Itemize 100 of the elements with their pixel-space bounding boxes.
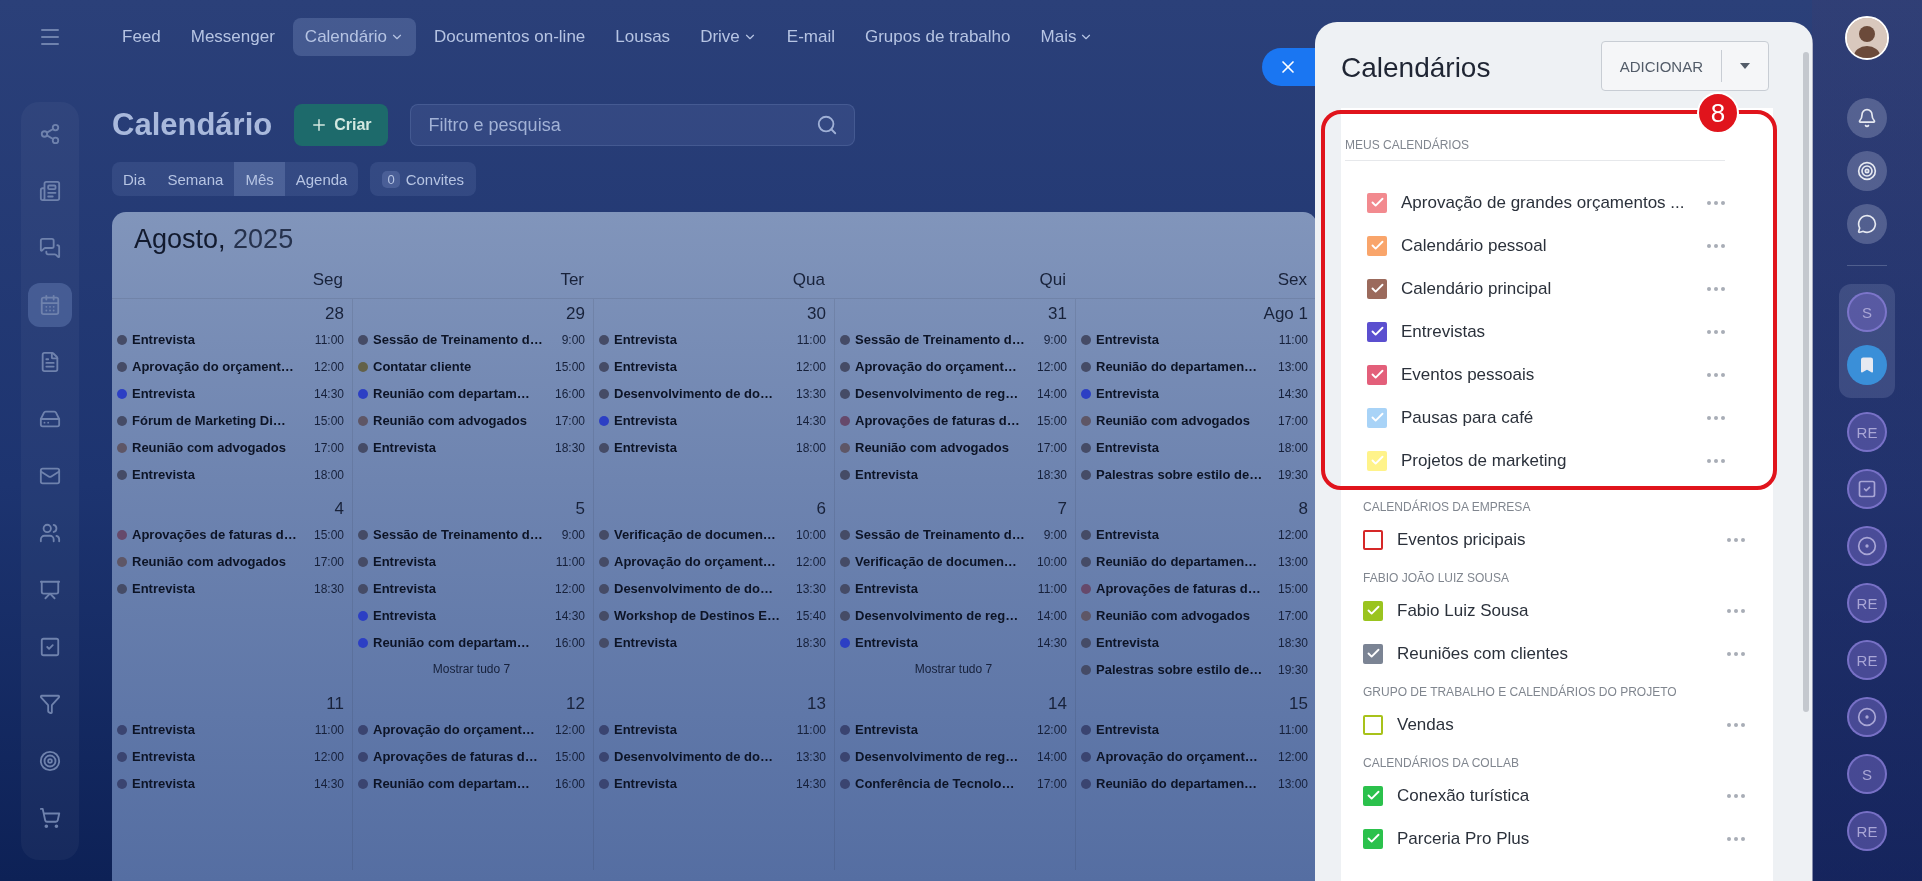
- calendar-event[interactable]: Sessão de Treinamento d… 9:00: [358, 326, 585, 353]
- calendar-event[interactable]: Verificação de documen… 10:00: [599, 521, 826, 548]
- calendar-event[interactable]: Sessão de Treinamento d… 9:00: [840, 521, 1067, 548]
- search-field[interactable]: Filtro e pesquisa: [409, 104, 855, 146]
- calendar-event[interactable]: Reunião com departam… 16:00: [358, 380, 585, 407]
- calendar-checkbox[interactable]: [1367, 407, 1387, 428]
- calendar-checkbox[interactable]: [1363, 828, 1383, 849]
- calendar-checkbox[interactable]: [1367, 321, 1387, 342]
- more-icon[interactable]: [1727, 537, 1745, 542]
- calendar-event[interactable]: Entrevista 11:00: [117, 326, 344, 353]
- more-icon[interactable]: [1727, 608, 1745, 613]
- calendar-checkbox[interactable]: [1367, 278, 1387, 299]
- view-tab[interactable]: Dia: [112, 162, 157, 196]
- calendar-checkbox[interactable]: [1367, 192, 1387, 213]
- calendar-event[interactable]: Entrevista 14:30: [599, 407, 826, 434]
- calendar-event[interactable]: Entrevista 11:00: [1081, 326, 1308, 353]
- notifications-button[interactable]: [1847, 98, 1887, 138]
- calendar-event[interactable]: Verificação de documen… 10:00: [840, 548, 1067, 575]
- calendar-event[interactable]: Entrevista 18:30: [358, 434, 585, 461]
- nav-tab[interactable]: Mais: [1028, 18, 1106, 56]
- user-avatar[interactable]: [1845, 16, 1889, 60]
- calendar-event[interactable]: Entrevista 12:00: [358, 575, 585, 602]
- calendar-event[interactable]: Sessão de Treinamento d… 9:00: [840, 326, 1067, 353]
- calendar-event[interactable]: Entrevista 18:00: [117, 461, 344, 488]
- calendar-event[interactable]: Entrevista 14:30: [599, 770, 826, 797]
- calendar-event[interactable]: Entrevista 11:00: [599, 716, 826, 743]
- calendar-event[interactable]: Aprovação do orçament… 12:00: [358, 716, 585, 743]
- calendar-event[interactable]: Reunião com departam… 16:00: [358, 770, 585, 797]
- calendar-event[interactable]: Reunião com advogados 17:00: [840, 434, 1067, 461]
- user-avatar[interactable]: RE: [1847, 811, 1887, 851]
- more-icon[interactable]: [1727, 793, 1745, 798]
- nav-tab[interactable]: Calendário: [292, 18, 417, 56]
- calendar-event[interactable]: Aprovação do orçament… 12:00: [599, 548, 826, 575]
- calendar-event[interactable]: Entrevista 12:00: [117, 743, 344, 770]
- calendar-event[interactable]: Entrevista 11:00: [1081, 716, 1308, 743]
- calendar-event[interactable]: Entrevista 18:30: [599, 629, 826, 656]
- calendar-event[interactable]: Aprovação do orçament… 12:00: [840, 353, 1067, 380]
- calendar-checkbox[interactable]: [1367, 235, 1387, 256]
- calendar-event[interactable]: Reunião do departamen… 13:00: [1081, 548, 1308, 575]
- calendar-event[interactable]: Reunião com advogados 17:00: [1081, 602, 1308, 629]
- calendar-event[interactable]: Entrevista 11:00: [840, 575, 1067, 602]
- calendar-event[interactable]: Entrevista 14:30: [840, 629, 1067, 656]
- show-all-link[interactable]: Mostrar tudo 7: [432, 662, 511, 676]
- create-button[interactable]: Criar: [294, 104, 388, 146]
- calendar-event[interactable]: Entrevista 18:30: [117, 575, 344, 602]
- calendar-event[interactable]: Desenvolvimento de do… 13:30: [599, 743, 826, 770]
- calendar-event[interactable]: Entrevista 11:00: [117, 716, 344, 743]
- calendar-event[interactable]: Entrevista 18:00: [1081, 434, 1308, 461]
- more-icon[interactable]: [1707, 200, 1725, 205]
- calendar-event[interactable]: Reunião com advogados 17:00: [1081, 407, 1308, 434]
- calendar-event[interactable]: Desenvolvimento de do… 13:30: [599, 380, 826, 407]
- calendar-event[interactable]: Entrevista 12:00: [599, 353, 826, 380]
- nav-tab[interactable]: Messenger: [178, 18, 287, 56]
- calendar-event[interactable]: Aprovações de faturas d… 15:00: [840, 407, 1067, 434]
- user-avatar[interactable]: S: [1847, 292, 1887, 332]
- calendar-event[interactable]: Sessão de Treinamento d… 9:00: [358, 521, 585, 548]
- calendar-event[interactable]: Entrevista 14:30: [117, 380, 344, 407]
- calendar-event[interactable]: Reunião do departamen… 13:00: [1081, 353, 1308, 380]
- calendar-event[interactable]: Entrevista 18:30: [840, 461, 1067, 488]
- calendar-event[interactable]: Entrevista 11:00: [599, 326, 826, 353]
- circle-button[interactable]: [1847, 526, 1887, 566]
- calendar-event[interactable]: Palestras sobre estilo de… 19:30: [1081, 656, 1308, 683]
- calendar-checkbox[interactable]: [1367, 364, 1387, 385]
- nav-tab[interactable]: Grupos de trabalho: [852, 18, 1023, 56]
- more-icon[interactable]: [1707, 243, 1725, 248]
- calendar-event[interactable]: Conferência de Tecnolo… 17:00: [840, 770, 1067, 797]
- calendar-checkbox[interactable]: [1363, 529, 1383, 550]
- bookmark-button[interactable]: [1847, 345, 1887, 385]
- search-input[interactable]: Filtro e pesquisa: [426, 113, 816, 137]
- calendar-event[interactable]: Workshop de Destinos E… 15:40: [599, 602, 826, 629]
- calendar-checkbox[interactable]: [1363, 600, 1383, 621]
- calendar-event[interactable]: Aprovação do orçament… 12:00: [117, 353, 344, 380]
- user-avatar[interactable]: RE: [1847, 583, 1887, 623]
- calendar-event[interactable]: Reunião do departamen… 13:00: [1081, 770, 1308, 797]
- calendar-event[interactable]: Desenvolvimento de reg… 14:00: [840, 380, 1067, 407]
- user-avatar[interactable]: RE: [1847, 640, 1887, 680]
- calendar-event[interactable]: Palestras sobre estilo de… 19:30: [1081, 461, 1308, 488]
- calendar-event[interactable]: Reunião com advogados 17:00: [358, 407, 585, 434]
- calendar-event[interactable]: Aprovação do orçament… 12:00: [1081, 743, 1308, 770]
- calendar-checkbox[interactable]: [1363, 714, 1383, 735]
- calendar-event[interactable]: Reunião com departam… 16:00: [358, 629, 585, 656]
- calendar-event[interactable]: Entrevista 14:30: [117, 770, 344, 797]
- circle-button[interactable]: [1847, 697, 1887, 737]
- nav-tab[interactable]: Lousas: [603, 18, 683, 56]
- calendar-event[interactable]: Desenvolvimento de reg… 14:00: [840, 743, 1067, 770]
- calendar-event[interactable]: Entrevista 12:00: [1081, 521, 1308, 548]
- more-icon[interactable]: [1707, 286, 1725, 291]
- calendar-checkbox[interactable]: [1363, 785, 1383, 806]
- calendar-event[interactable]: Reunião com advogados 17:00: [117, 434, 344, 461]
- user-avatar[interactable]: RE: [1847, 412, 1887, 452]
- calendar-event[interactable]: Contatar cliente 15:00: [358, 353, 585, 380]
- add-button[interactable]: ADICIONAR: [1601, 50, 1722, 82]
- calendar-event[interactable]: Entrevista 11:00: [358, 548, 585, 575]
- calendar-event[interactable]: Entrevista 18:30: [1081, 629, 1308, 656]
- view-tab[interactable]: Mês: [234, 162, 285, 196]
- more-icon[interactable]: [1707, 372, 1725, 377]
- calendar-event[interactable]: Aprovações de faturas d… 15:00: [117, 521, 344, 548]
- calendar-event[interactable]: Entrevista 12:00: [840, 716, 1067, 743]
- show-all-link[interactable]: Mostrar tudo 7: [914, 662, 993, 676]
- calendar-event[interactable]: Entrevista 14:30: [358, 602, 585, 629]
